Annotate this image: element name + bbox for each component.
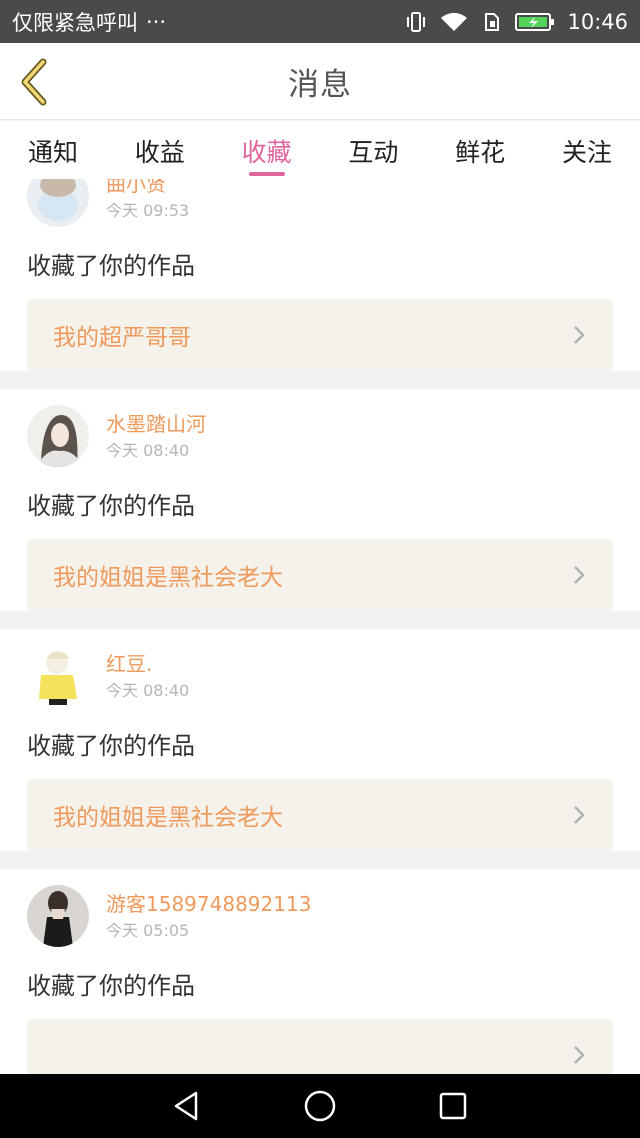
tab-follow[interactable]: 关注	[540, 121, 634, 179]
more-notifications: ···	[146, 9, 167, 34]
action-text: 收藏了你的作品	[27, 492, 195, 520]
page-title: 消息	[288, 66, 352, 103]
user-name[interactable]: 红豆.	[106, 650, 189, 678]
work-title: 我的姐姐是黑社会老大	[53, 565, 283, 591]
work-link[interactable]: 我的姐姐是黑社会老大	[27, 539, 613, 611]
vibrate-icon	[405, 11, 427, 33]
avatar[interactable]	[27, 179, 89, 227]
chevron-right-icon	[574, 1046, 585, 1064]
tab-bar: 通知 收益 收藏 互动 鲜花 关注	[0, 121, 640, 179]
home-circle-icon[interactable]	[303, 1089, 337, 1123]
system-nav-bar	[0, 1074, 640, 1138]
message-time: 今天 08:40	[106, 441, 190, 460]
chevron-right-icon	[574, 566, 585, 584]
action-text: 收藏了你的作品	[27, 972, 195, 1000]
battery-charging-icon	[515, 11, 555, 33]
action-text: 收藏了你的作品	[27, 252, 195, 280]
message-time: 今天 05:05	[106, 921, 190, 940]
work-title: 我的姐姐是黑社会老大	[53, 805, 283, 831]
sim-icon	[481, 11, 503, 33]
work-link[interactable]: 我的超严哥哥	[27, 299, 613, 371]
message-time: 今天 09:53	[106, 201, 190, 220]
work-title: 我的超严哥哥	[53, 325, 191, 351]
avatar[interactable]	[27, 405, 89, 467]
avatar[interactable]	[27, 645, 89, 707]
message-card: 水墨踏山河 今天 08:40 收藏了你的作品 我的姐姐是黑社会老大	[0, 389, 640, 611]
message-time: 今天 08:40	[106, 681, 190, 700]
carrier-text: 仅限紧急呼叫	[12, 10, 138, 35]
header: 消息	[0, 43, 640, 120]
tab-earnings[interactable]: 收益	[113, 121, 207, 179]
message-card: 红豆. 今天 08:40 收藏了你的作品 我的姐姐是黑社会老大	[0, 629, 640, 851]
status-time: 10:46	[567, 9, 628, 34]
work-link[interactable]: 我的姐姐是黑社会老大	[27, 779, 613, 851]
status-bar: 仅限紧急呼叫 ··· 10:46	[0, 0, 640, 43]
tab-notifications[interactable]: 通知	[6, 121, 100, 179]
message-list[interactable]: 曲小贤 今天 09:53 收藏了你的作品 我的超严哥哥 水墨踏山河 今天 08:…	[0, 179, 640, 1074]
wifi-icon	[439, 11, 469, 33]
user-name[interactable]: 游客1589748892113	[106, 890, 311, 918]
chevron-right-icon	[574, 806, 585, 824]
message-card: 曲小贤 今天 09:53 收藏了你的作品 我的超严哥哥	[0, 179, 640, 371]
action-text: 收藏了你的作品	[27, 732, 195, 760]
chevron-left-icon	[21, 58, 47, 106]
user-name[interactable]: 水墨踏山河	[106, 410, 206, 438]
recents-square-icon[interactable]	[436, 1089, 470, 1123]
message-card: 游客1589748892113 今天 05:05 收藏了你的作品	[0, 869, 640, 1074]
tab-flowers[interactable]: 鲜花	[433, 121, 527, 179]
back-triangle-icon[interactable]	[170, 1089, 204, 1123]
back-button[interactable]	[14, 57, 54, 107]
avatar[interactable]	[27, 885, 89, 947]
tab-favorites[interactable]: 收藏	[220, 121, 314, 179]
user-name[interactable]: 曲小贤	[106, 179, 189, 198]
chevron-right-icon	[574, 326, 585, 344]
work-link[interactable]	[27, 1019, 613, 1074]
tab-interaction[interactable]: 互动	[326, 121, 420, 179]
